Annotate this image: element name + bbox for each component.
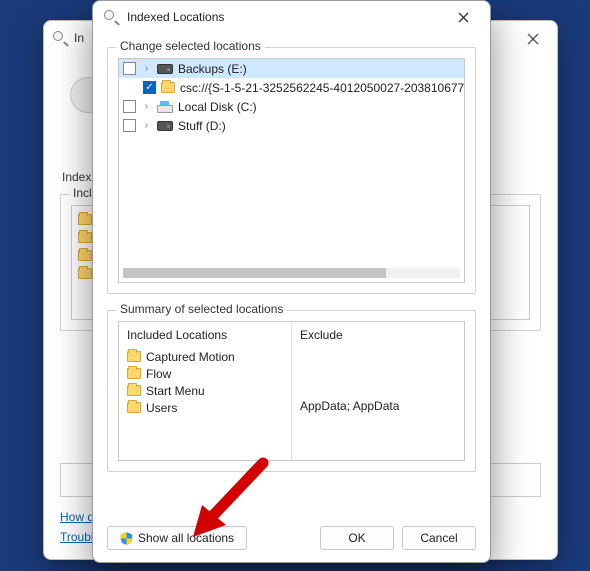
drive-icon [157, 64, 173, 74]
folder-icon [78, 250, 92, 261]
checkbox[interactable] [123, 119, 136, 132]
titlebar: Indexed Locations [93, 1, 490, 33]
tree-item-label: Stuff (D:) [178, 119, 226, 133]
tree-item-stuff[interactable]: › Stuff (D:) [119, 116, 464, 135]
expand-icon[interactable]: › [141, 63, 152, 74]
folder-icon [127, 368, 141, 379]
scrollbar-thumb[interactable] [123, 268, 386, 278]
exclude-value [300, 382, 456, 399]
drive-icon [157, 121, 173, 131]
close-button-back[interactable] [513, 25, 553, 53]
search-icon [103, 9, 119, 25]
tree-item-backups[interactable]: › Backups (E:) [119, 59, 464, 78]
folder-icon [127, 351, 141, 362]
list-item[interactable]: Users [127, 399, 283, 416]
exclude-header: Exclude [300, 328, 456, 342]
tree-item-label: csc://{S-1-5-21-3252562245-4012050027-20… [180, 81, 465, 95]
cancel-button[interactable]: Cancel [402, 526, 476, 550]
locations-tree[interactable]: › Backups (E:) ✓ csc://{S-1-5-21-3252562… [118, 58, 465, 283]
uac-shield-icon [120, 532, 133, 545]
exclude-column: Exclude AppData; AppData [291, 322, 464, 460]
folder-icon [78, 232, 92, 243]
change-locations-caption: Change selected locations [116, 39, 265, 53]
summary-list: Included Locations Captured Motion Flow … [118, 321, 465, 461]
included-column: Included Locations Captured Motion Flow … [119, 322, 291, 460]
tree-item-csc[interactable]: ✓ csc://{S-1-5-21-3252562245-4012050027-… [119, 78, 464, 97]
included-header: Included Locations [127, 328, 283, 342]
dialog-title: Indexed Locations [127, 10, 224, 24]
search-icon [52, 30, 68, 46]
exclude-value [300, 365, 456, 382]
summary-caption: Summary of selected locations [116, 302, 287, 316]
checkbox[interactable]: ✓ [143, 81, 156, 94]
show-all-label: Show all locations [138, 531, 234, 545]
indexed-locations-dialog: Indexed Locations Change selected locati… [92, 0, 491, 563]
tree-item-label: Backups (E:) [178, 62, 247, 76]
expand-icon[interactable]: › [141, 101, 152, 112]
folder-icon [78, 268, 92, 279]
folder-icon [78, 214, 92, 225]
expand-icon[interactable]: › [141, 120, 152, 131]
list-item[interactable]: Flow [127, 365, 283, 382]
back-title: In [74, 31, 84, 45]
show-all-locations-button[interactable]: Show all locations [107, 526, 247, 550]
horizontal-scrollbar[interactable] [123, 268, 460, 278]
list-item[interactable]: Captured Motion [127, 348, 283, 365]
exclude-value [300, 348, 456, 365]
folder-icon [161, 82, 175, 93]
close-button[interactable] [446, 5, 480, 29]
folder-icon [127, 402, 141, 413]
checkbox[interactable] [123, 62, 136, 75]
tree-item-local-disk[interactable]: › Local Disk (C:) [119, 97, 464, 116]
change-locations-group: Change selected locations › Backups (E:)… [107, 47, 476, 294]
list-item[interactable]: Start Menu [127, 382, 283, 399]
folder-icon [127, 385, 141, 396]
checkbox[interactable] [123, 100, 136, 113]
dialog-footer: Show all locations OK Cancel [93, 518, 490, 562]
drive-c-icon [157, 101, 173, 113]
summary-group: Summary of selected locations Included L… [107, 310, 476, 472]
exclude-value: AppData; AppData [300, 399, 456, 416]
tree-item-label: Local Disk (C:) [178, 100, 257, 114]
ok-button[interactable]: OK [320, 526, 394, 550]
